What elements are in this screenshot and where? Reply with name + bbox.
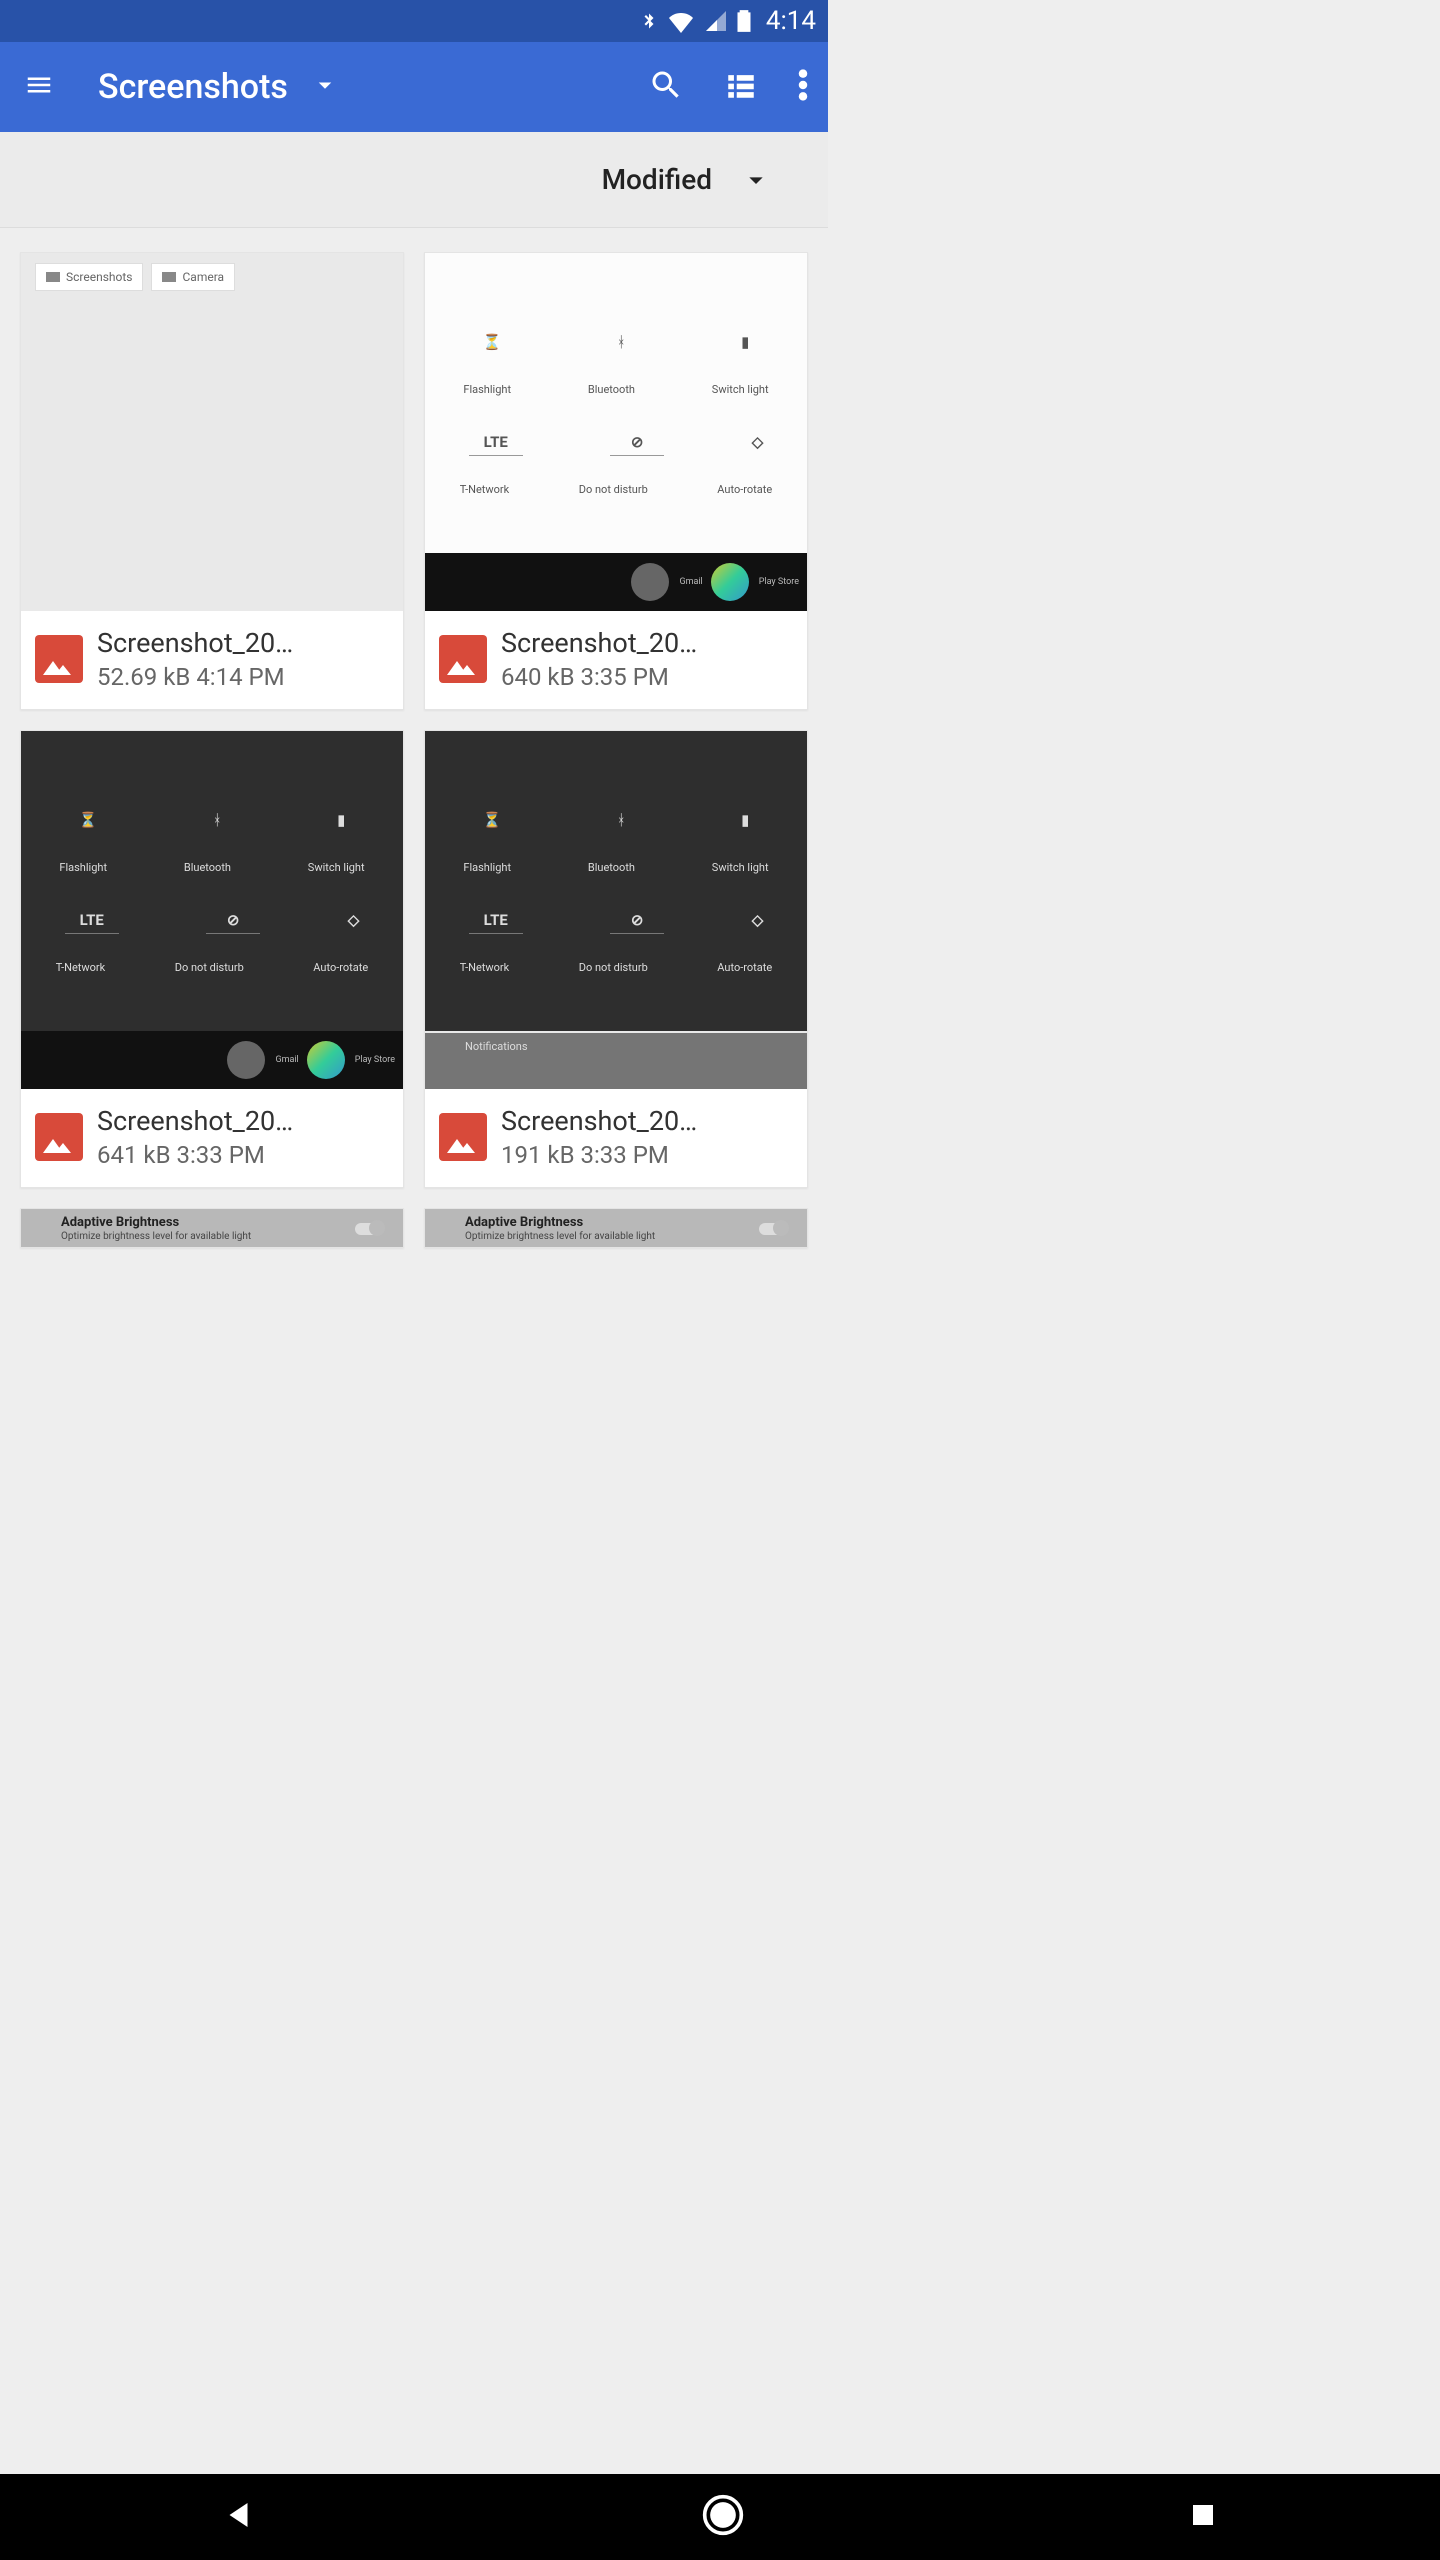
file-name: Screenshot_20… bbox=[97, 627, 389, 659]
file-name: Screenshot_20… bbox=[97, 1105, 389, 1137]
navigation-bar bbox=[0, 2474, 1440, 2560]
file-meta: 191 kB 3:33 PM bbox=[501, 1141, 793, 1169]
app-bar: Screenshots bbox=[0, 42, 828, 132]
image-icon bbox=[439, 635, 487, 683]
file-card[interactable]: ⏳ᚼ▮ FlashlightBluetoothSwitch light LTE⊘… bbox=[424, 252, 808, 710]
file-card[interactable]: Adaptive Brightness Optimize brightness … bbox=[20, 1208, 404, 1248]
status-bar: 4:14 bbox=[0, 0, 828, 42]
cell-signal-icon bbox=[704, 9, 728, 33]
bluetooth-icon bbox=[640, 7, 658, 35]
sort-bar[interactable]: Modified bbox=[0, 132, 828, 228]
file-meta: 641 kB 3:33 PM bbox=[97, 1141, 389, 1169]
square-icon bbox=[1188, 2500, 1218, 2530]
recents-button[interactable] bbox=[1188, 2500, 1218, 2534]
file-meta: 52.69 kB 4:14 PM bbox=[97, 663, 389, 691]
card-footer: Screenshot_20… 52.69 kB 4:14 PM bbox=[21, 611, 403, 709]
list-view-icon bbox=[724, 68, 758, 102]
file-card[interactable]: ⏳ᚼ▮ FlashlightBluetoothSwitch light LTE⊘… bbox=[20, 730, 404, 1188]
chevron-down-icon bbox=[740, 164, 772, 196]
thumbnail: ⏳ᚼ▮ FlashlightBluetoothSwitch light LTE⊘… bbox=[21, 731, 403, 1089]
view-list-button[interactable] bbox=[724, 68, 758, 106]
thumbnail: Screenshots Camera bbox=[21, 253, 403, 611]
card-footer: Screenshot_20… 191 kB 3:33 PM bbox=[425, 1089, 807, 1187]
image-icon bbox=[35, 635, 83, 683]
home-button[interactable] bbox=[701, 2493, 745, 2541]
thumbnail: Adaptive Brightness Optimize brightness … bbox=[21, 1209, 403, 1247]
home-icon bbox=[701, 2493, 745, 2537]
sort-label: Modified bbox=[602, 163, 712, 196]
file-card[interactable]: Screenshots Camera Screenshot_20… 52.69 … bbox=[20, 252, 404, 710]
file-meta: 640 kB 3:35 PM bbox=[501, 663, 793, 691]
file-card[interactable]: Adaptive Brightness Optimize brightness … bbox=[424, 1208, 808, 1248]
file-grid: Screenshots Camera Screenshot_20… 52.69 … bbox=[0, 228, 828, 1248]
more-vert-icon bbox=[798, 68, 808, 102]
title-dropdown[interactable] bbox=[310, 70, 340, 104]
search-button[interactable] bbox=[648, 67, 684, 107]
back-icon bbox=[222, 2497, 258, 2533]
image-icon bbox=[35, 1113, 83, 1161]
card-footer: Screenshot_20… 641 kB 3:33 PM bbox=[21, 1089, 403, 1187]
thumbnail: Adaptive Brightness Optimize brightness … bbox=[425, 1209, 807, 1247]
wifi-icon bbox=[666, 9, 696, 33]
menu-button[interactable] bbox=[20, 70, 58, 104]
status-time: 4:14 bbox=[766, 6, 816, 36]
hamburger-icon bbox=[20, 70, 58, 100]
thumbnail: ⏳ᚼ▮ FlashlightBluetoothSwitch light LTE⊘… bbox=[425, 731, 807, 1089]
page-title[interactable]: Screenshots bbox=[98, 67, 288, 107]
file-name: Screenshot_20… bbox=[501, 1105, 793, 1137]
search-icon bbox=[648, 67, 684, 103]
battery-icon bbox=[736, 8, 752, 34]
card-footer: Screenshot_20… 640 kB 3:35 PM bbox=[425, 611, 807, 709]
overflow-button[interactable] bbox=[798, 68, 808, 106]
image-icon bbox=[439, 1113, 487, 1161]
file-card[interactable]: ⏳ᚼ▮ FlashlightBluetoothSwitch light LTE⊘… bbox=[424, 730, 808, 1188]
back-button[interactable] bbox=[222, 2497, 258, 2537]
chevron-down-icon bbox=[310, 70, 340, 100]
thumbnail: ⏳ᚼ▮ FlashlightBluetoothSwitch light LTE⊘… bbox=[425, 253, 807, 611]
file-name: Screenshot_20… bbox=[501, 627, 793, 659]
